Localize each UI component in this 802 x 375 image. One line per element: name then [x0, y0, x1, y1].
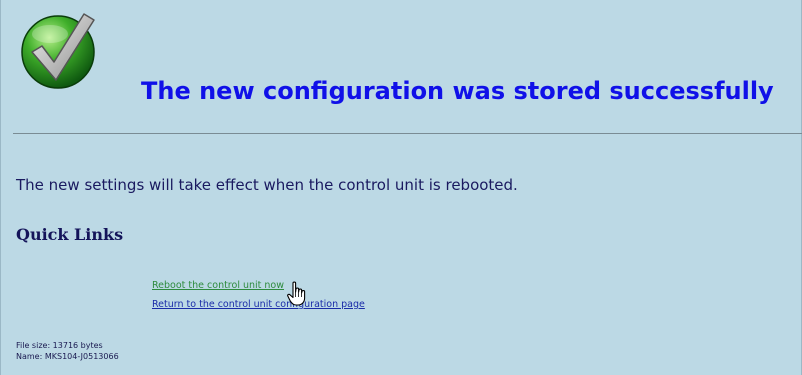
reboot-control-unit-link[interactable]: Reboot the control unit now	[152, 276, 365, 295]
page-frame: The new configuration was stored success…	[0, 0, 802, 375]
status-message: The new settings will take effect when t…	[16, 176, 518, 194]
file-size-text: File size: 13716 bytes	[16, 341, 103, 350]
divider	[13, 133, 802, 134]
page-title: The new configuration was stored success…	[141, 77, 774, 105]
hand-pointer-cursor-icon	[287, 281, 306, 306]
return-to-configuration-link[interactable]: Return to the control unit configuration…	[152, 295, 365, 314]
quick-links-heading: Quick Links	[16, 225, 124, 244]
checkmark-success-icon	[21, 13, 95, 89]
quick-links-list: Reboot the control unit now Return to th…	[152, 276, 365, 314]
file-info: File size: 13716 bytes Name: MKS104-J051…	[16, 340, 119, 362]
file-name-text: Name: MKS104-J0513066	[16, 352, 119, 361]
